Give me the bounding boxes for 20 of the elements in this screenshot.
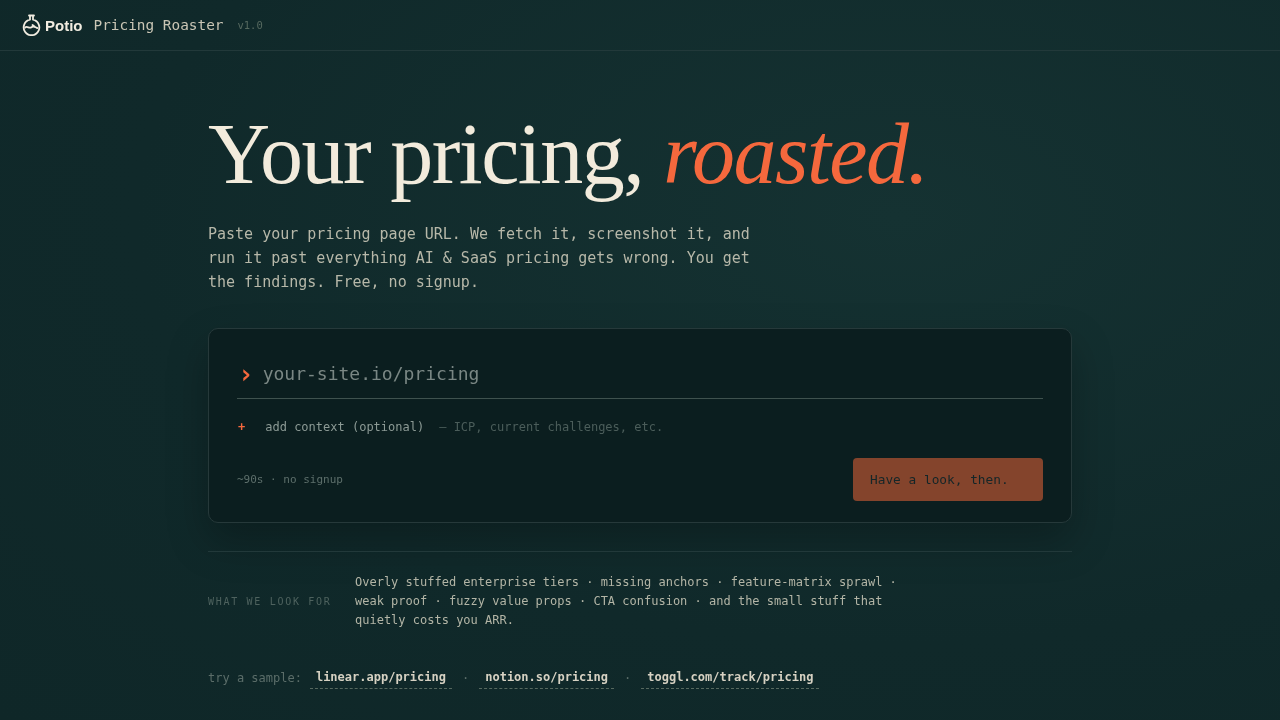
criteria-label: WHAT WE LOOK FOR [208,596,333,608]
criteria-text: Overly stuffed enterprise tiers · missing anchors · feature-matrix sprawl · weak proof · fuzzy value props · CTA confusion · and the small stuff that quietly costs you ARR. [355,574,898,630]
flask-icon [22,14,41,36]
context-hint: — ICP, current challenges, etc. [439,420,664,435]
sample-link[interactable]: linear.app/pricing [309,667,452,690]
time-note: ~90s · no signup [237,473,343,487]
brand-name: Potio [45,16,83,34]
plus-icon: + [238,420,246,435]
headline: Your pricing, roasted. [208,105,929,204]
sample-link[interactable]: notion.so/pricing [479,667,615,690]
chevron-icon: › [238,360,254,387]
version-label: v1.0 [237,19,263,31]
add-context-button[interactable]: + add context (optional) [237,420,425,435]
url-input-field[interactable]: your-site.io/pricing [262,358,1043,389]
separator-dot: · [461,671,470,686]
samples-label: try a sample: [208,671,302,686]
app-title: Pricing Roaster [93,17,224,33]
separator-dot: · [624,671,632,686]
sample-link[interactable]: toggl.com/track/pricing [641,667,820,690]
intro-text: Paste your pricing page URL. We fetch it, screenshot it, and run it past everything AI & SaaS pricing gets wrong. You get the findings. Free, no signup. [208,224,751,294]
